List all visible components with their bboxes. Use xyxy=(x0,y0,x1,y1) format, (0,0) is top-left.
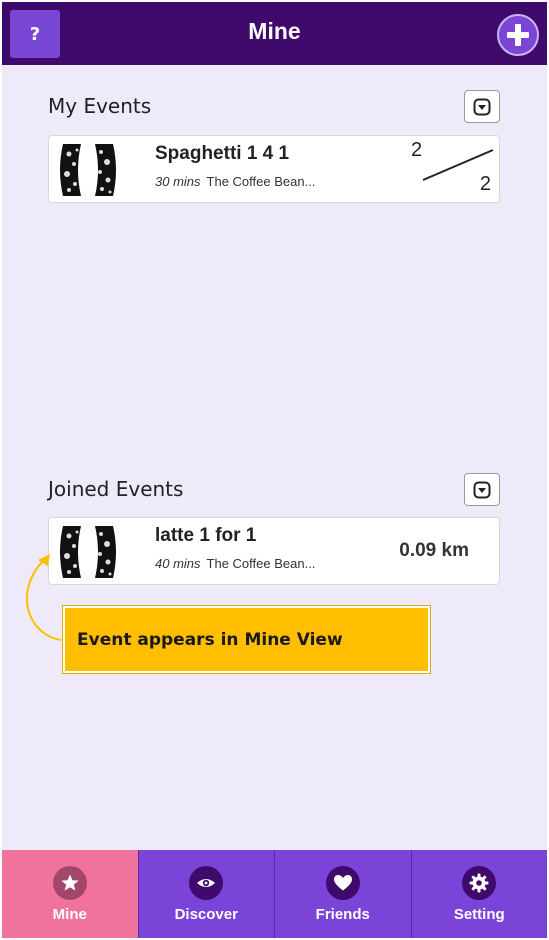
event-name: latte 1 for 1 xyxy=(155,525,257,546)
event-duration: 40 mins xyxy=(155,556,201,571)
add-event-button[interactable] xyxy=(497,14,539,56)
event-name: Spaghetti 1 4 1 xyxy=(155,143,290,164)
top-bar: ? Mine xyxy=(2,2,547,65)
gear-icon xyxy=(462,865,497,900)
event-meta: 40 mins The Coffee Bean... xyxy=(155,556,315,571)
page-title: Mine xyxy=(248,18,301,44)
annotation-callout: Event appears in Mine View xyxy=(62,605,431,674)
nav-label-setting: Setting xyxy=(453,905,505,923)
event-location: The Coffee Bean... xyxy=(206,556,316,571)
bottom-nav: Mine Discover Friends Setting xyxy=(2,850,547,938)
event-thumbnail xyxy=(60,144,116,196)
joined-event-card[interactable]: latte 1 for 1 40 mins The Coffee Bean... … xyxy=(48,517,500,585)
joined-events-title: Joined Events xyxy=(48,477,184,501)
plus-icon xyxy=(507,24,529,46)
my-events-title: My Events xyxy=(48,94,152,118)
event-meta: 30 mins The Coffee Bean... xyxy=(155,174,315,189)
nav-label-mine: Mine xyxy=(52,905,87,923)
nav-item-setting[interactable]: Setting xyxy=(410,850,548,938)
event-slots: 2 2 xyxy=(411,136,495,196)
app-screen: ? Mine My Events Spaghetti 1 4 1 30 mins… xyxy=(2,2,547,938)
heart-icon xyxy=(325,865,360,900)
joined-events-sort-button[interactable] xyxy=(464,473,500,506)
nav-label-discover: Discover xyxy=(174,905,238,923)
dropdown-icon xyxy=(473,98,491,115)
eye-icon xyxy=(189,865,224,900)
my-event-card[interactable]: Spaghetti 1 4 1 30 mins The Coffee Bean..… xyxy=(48,135,500,203)
nav-label-friends: Friends xyxy=(315,905,370,923)
nav-item-friends[interactable]: Friends xyxy=(274,850,411,938)
nav-item-discover[interactable]: Discover xyxy=(137,850,275,938)
event-location: The Coffee Bean... xyxy=(206,174,316,189)
dropdown-icon xyxy=(473,481,491,498)
event-duration: 30 mins xyxy=(155,174,201,189)
star-icon xyxy=(52,865,87,900)
event-distance: 0.09 km xyxy=(399,540,469,561)
nav-item-mine[interactable]: Mine xyxy=(2,850,138,938)
my-events-sort-button[interactable] xyxy=(464,90,500,123)
slots-total: 2 xyxy=(479,173,491,195)
